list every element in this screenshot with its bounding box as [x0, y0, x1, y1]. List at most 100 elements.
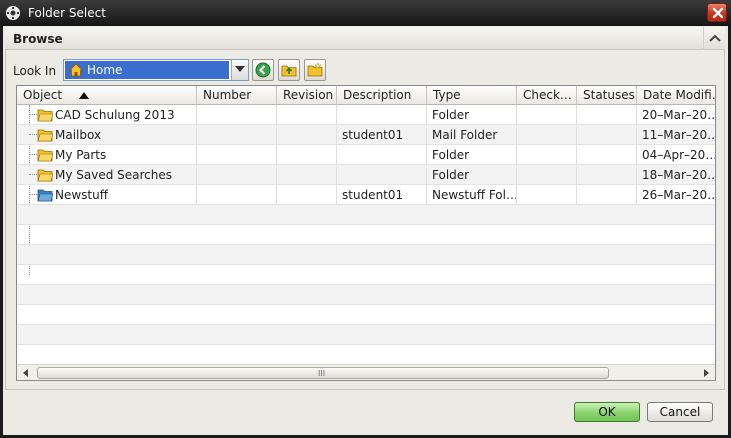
cell-description: student01 [337, 125, 427, 145]
column-header-number[interactable]: Number [197, 86, 277, 105]
cell-checked-out [517, 185, 577, 205]
tree-connector [29, 134, 37, 135]
cell-object: My Parts [17, 145, 197, 165]
cell-number [197, 125, 277, 145]
horizontal-scrollbar[interactable]: III [17, 364, 715, 380]
cell-description [337, 165, 427, 185]
cell-revision [277, 185, 337, 205]
cell-description [337, 145, 427, 165]
folder-up-button[interactable] [278, 59, 300, 81]
cell-date-modified: 04–Apr–20… [637, 145, 715, 165]
dialog-body: Browse Look In Home Object Number Revisi… [3, 26, 728, 435]
table-header: Object Number Revision Description Type … [17, 86, 715, 105]
cell-object: Newstuff [17, 185, 197, 205]
dropdown-arrow-button[interactable] [231, 60, 248, 80]
collapse-section-button[interactable] [703, 27, 725, 50]
cell-description [337, 105, 427, 125]
cell-checked-out [517, 145, 577, 165]
cell-number [197, 105, 277, 125]
cell-object: Mailbox [17, 125, 197, 145]
look-in-value: Home [87, 63, 123, 77]
column-header-date-modified[interactable]: Date Modifi… [637, 86, 715, 105]
cancel-button[interactable]: Cancel [647, 402, 713, 422]
cell-number [197, 185, 277, 205]
cell-statuses [577, 145, 637, 165]
column-header-object[interactable]: Object [17, 86, 197, 105]
empty-row [17, 245, 715, 265]
empty-row [17, 325, 715, 345]
look-in-selected[interactable]: Home [65, 61, 229, 79]
table-row[interactable]: My Parts Folder 04–Apr–20… [17, 145, 715, 165]
cell-type: Mail Folder [427, 125, 517, 145]
chevron-down-icon [235, 66, 245, 72]
cell-statuses [577, 105, 637, 125]
column-header-revision[interactable]: Revision [277, 86, 337, 105]
cell-type: Folder [427, 145, 517, 165]
title-bar: Folder Select [0, 0, 731, 26]
empty-row [17, 265, 715, 285]
cell-statuses [577, 185, 637, 205]
scroll-left-icon[interactable] [19, 367, 33, 379]
browse-section-header[interactable]: Browse [5, 27, 725, 50]
scrollbar-thumb[interactable]: III [37, 367, 609, 379]
tree-connector [29, 194, 37, 195]
cell-checked-out [517, 125, 577, 145]
cell-date-modified: 26–Mar–20… [637, 185, 715, 205]
folder-table: Object Number Revision Description Type … [16, 85, 716, 381]
column-header-statuses[interactable]: Statuses [577, 86, 637, 105]
cell-statuses [577, 165, 637, 185]
back-icon [255, 62, 271, 78]
ok-button[interactable]: OK [574, 402, 640, 422]
empty-row [17, 305, 715, 325]
table-row[interactable]: Newstuff student01 Newstuff Fol… 26–Mar–… [17, 185, 715, 205]
table-row[interactable]: My Saved Searches Folder 18–Mar–20… [17, 165, 715, 185]
cell-object: My Saved Searches [17, 165, 197, 185]
dialog-footer: OK Cancel [3, 394, 728, 435]
cell-description: student01 [337, 185, 427, 205]
close-icon [712, 7, 724, 19]
cell-date-modified: 18–Mar–20… [637, 165, 715, 185]
chevron-up-icon [709, 34, 721, 42]
section-title: Browse [13, 32, 63, 46]
table-row[interactable]: Mailbox student01 Mail Folder 11–Mar–20… [17, 125, 715, 145]
table-row[interactable]: CAD Schulung 2013 Folder 20–Mar–20… [17, 105, 715, 125]
tree-connector [29, 174, 37, 175]
column-header-description[interactable]: Description [337, 86, 427, 105]
tree-connector [29, 114, 37, 115]
cell-revision [277, 105, 337, 125]
close-button[interactable] [707, 3, 727, 22]
sort-ascending-icon [79, 92, 89, 99]
home-icon [69, 63, 83, 77]
cell-number [197, 145, 277, 165]
gear-icon [6, 6, 20, 20]
newstuff-folder-icon [37, 189, 53, 202]
cell-checked-out [517, 105, 577, 125]
look-in-label: Look In [13, 64, 57, 78]
folder-icon [37, 169, 53, 182]
new-folder-icon [307, 62, 323, 77]
window-title: Folder Select [28, 6, 106, 20]
empty-row [17, 345, 715, 365]
scroll-right-icon[interactable] [699, 367, 713, 379]
scrollbar-grip: III [318, 369, 326, 378]
empty-row [17, 225, 715, 245]
tree-connector [29, 154, 37, 155]
cell-object: CAD Schulung 2013 [17, 105, 197, 125]
new-folder-button[interactable] [304, 59, 326, 81]
cell-date-modified: 11–Mar–20… [637, 125, 715, 145]
column-header-checked-out[interactable]: Check… [517, 86, 577, 105]
cell-statuses [577, 125, 637, 145]
look-in-dropdown[interactable]: Home [63, 59, 249, 81]
cell-revision [277, 125, 337, 145]
empty-row [17, 205, 715, 225]
empty-row [17, 285, 715, 305]
cell-revision [277, 145, 337, 165]
back-button[interactable] [252, 59, 274, 81]
column-header-type[interactable]: Type [427, 86, 517, 105]
cell-type: Newstuff Fol… [427, 185, 517, 205]
table-body: CAD Schulung 2013 Folder 20–Mar–20… Mail… [17, 105, 715, 365]
cell-date-modified: 20–Mar–20… [637, 105, 715, 125]
cell-checked-out [517, 165, 577, 185]
cell-number [197, 165, 277, 185]
folder-icon [37, 109, 53, 122]
